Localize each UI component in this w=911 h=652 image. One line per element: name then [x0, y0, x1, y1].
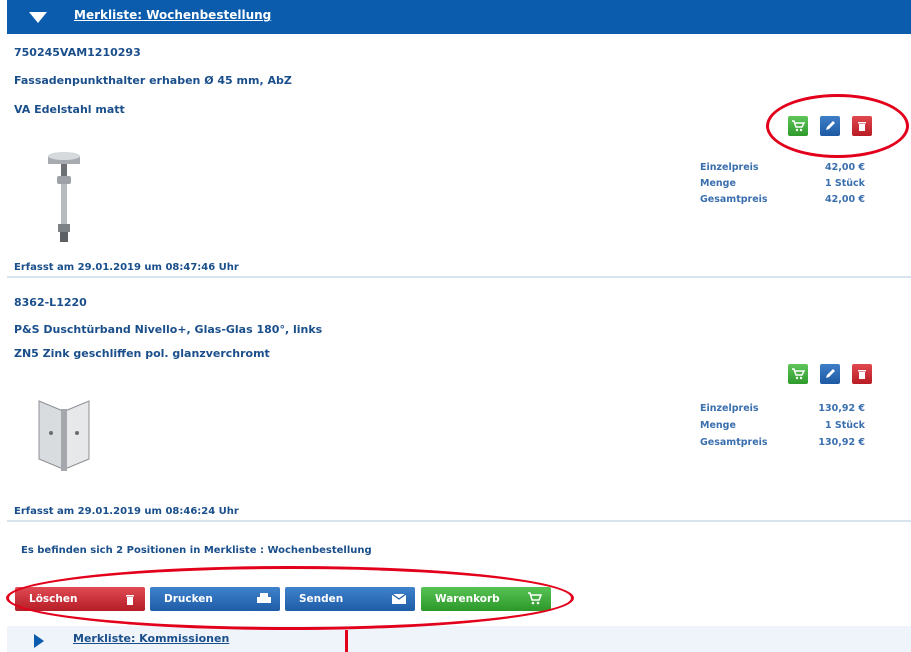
edit-button[interactable]	[820, 364, 840, 384]
article-description: P&S Duschtürband Nivello+, Glas-Glas 180…	[14, 323, 323, 336]
price-value: 130,92 €	[818, 403, 865, 414]
total-value: 42,00 €	[825, 194, 865, 205]
expand-arrow-icon[interactable]	[34, 634, 44, 648]
quantity-value: 1 Stück	[824, 178, 865, 189]
divider	[7, 520, 911, 522]
shower-hinge-image	[38, 400, 90, 471]
add-to-cart-button[interactable]	[788, 364, 808, 384]
trash-icon	[858, 370, 866, 379]
price-label: Einzelpreis	[700, 162, 759, 173]
article-description: Fassadenpunkthalter erhaben Ø 45 mm, AbZ	[14, 74, 292, 87]
point-holder-image	[48, 152, 80, 242]
quantity-label: Menge	[700, 420, 736, 431]
article-material: VA Edelstahl matt	[14, 103, 125, 116]
callout-line	[345, 630, 348, 652]
total-value: 130,92 €	[818, 437, 865, 448]
highlight-oval-list-actions	[6, 566, 574, 630]
article-number: 750245VAM1210293	[14, 46, 141, 59]
wishlist-header[interactable]: Merkliste: Wochenbestellung	[7, 0, 911, 34]
collapsed-wishlist-title[interactable]: Merkliste: Kommissionen	[73, 632, 229, 645]
quantity-label: Menge	[700, 178, 736, 189]
highlight-oval-item-actions	[766, 94, 909, 158]
total-label: Gesamtpreis	[700, 194, 768, 205]
article-number: 8362-L1220	[14, 296, 87, 309]
collapsed-wishlist-row[interactable]: Merkliste: Kommissionen	[7, 626, 911, 652]
article-material: ZN5 Zink geschliffen pol. glanzverchromt	[14, 347, 270, 360]
total-label: Gesamtpreis	[700, 437, 768, 448]
price-value: 42,00 €	[825, 162, 865, 173]
captured-timestamp: Erfasst am 29.01.2019 um 08:47:46 Uhr	[14, 262, 239, 273]
cart-icon	[792, 368, 805, 380]
wishlist-title[interactable]: Merkliste: Wochenbestellung	[74, 8, 271, 22]
divider	[7, 276, 911, 278]
price-label: Einzelpreis	[700, 403, 759, 414]
collapse-arrow-icon[interactable]	[29, 12, 47, 23]
delete-button[interactable]	[852, 364, 872, 384]
pencil-icon	[826, 369, 835, 378]
quantity-value: 1 Stück	[824, 420, 865, 431]
summary-text: Es befinden sich 2 Positionen in Merklis…	[21, 545, 372, 556]
captured-timestamp: Erfasst am 29.01.2019 um 08:46:24 Uhr	[14, 506, 239, 517]
